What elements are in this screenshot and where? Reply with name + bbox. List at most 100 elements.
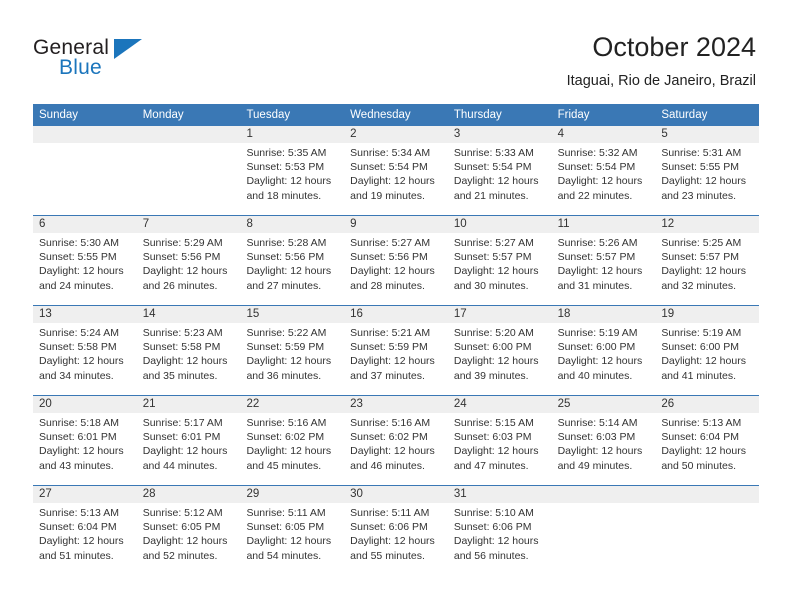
day-sunset-text: Sunset: 6:00 PM — [453, 341, 532, 354]
day-cell[interactable]: Sunrise: 5:19 AM Sunset: 6:00 PM Daylight:… — [655, 323, 759, 395]
day-number[interactable]: 5 — [655, 126, 759, 143]
day-number[interactable]: 1 — [240, 126, 344, 143]
day-cell[interactable]: Sunrise: 5:27 AM Sunset: 5:56 PM Daylight:… — [344, 233, 448, 305]
day-cell[interactable]: Sunrise: 5:35 AM Sunset: 5:53 PM Daylight:… — [240, 143, 344, 215]
day-daylight-2-text: and 31 minutes. — [557, 279, 633, 292]
day-number[interactable]: 4 — [552, 126, 656, 143]
day-cell[interactable]: Sunrise: 5:11 AM Sunset: 6:06 PM Daylight:… — [344, 503, 448, 575]
day-cell[interactable]: Sunrise: 5:33 AM Sunset: 5:54 PM Daylight:… — [448, 143, 552, 215]
day-daylight-1-text: Daylight: 12 hours — [557, 445, 643, 458]
day-daylight-1-text: Daylight: 12 hours — [39, 355, 124, 368]
day-number[interactable]: 21 — [137, 396, 241, 413]
day-number[interactable]: 16 — [344, 306, 448, 323]
day-sunset-text: Sunset: 6:04 PM — [39, 521, 117, 534]
day-number[interactable]: 14 — [137, 306, 241, 323]
day-cell[interactable]: Sunrise: 5:13 AM Sunset: 6:04 PM Daylight:… — [33, 503, 137, 575]
day-cell[interactable]: Sunrise: 5:30 AM Sunset: 5:55 PM Daylight:… — [33, 233, 137, 305]
day-sunrise-text: Sunrise: 5:17 AM — [142, 417, 223, 429]
day-cell[interactable]: Sunrise: 5:18 AM Sunset: 6:01 PM Daylight:… — [33, 413, 137, 485]
day-daylight-1-text: Daylight: 12 hours — [350, 355, 435, 368]
day-number[interactable]: 12 — [655, 216, 759, 233]
day-cell[interactable]: Sunrise: 5:17 AM Sunset: 6:01 PM Daylight:… — [137, 413, 241, 485]
day-number[interactable]: 25 — [552, 396, 656, 413]
day-number[interactable]: 31 — [448, 486, 552, 503]
day-number[interactable]: 28 — [137, 486, 241, 503]
day-daylight-1-text: Daylight: 12 hours — [350, 175, 435, 188]
day-cell[interactable]: Sunrise: 5:28 AM Sunset: 5:56 PM Daylight:… — [240, 233, 344, 305]
day-daylight-2-text: and 19 minutes. — [350, 189, 425, 202]
day-sunrise-text: Sunrise: 5:30 AM — [39, 237, 119, 249]
day-cell[interactable]: Sunrise: 5:22 AM Sunset: 5:59 PM Daylight:… — [240, 323, 344, 395]
day-cell[interactable]: Sunrise: 5:16 AM Sunset: 6:02 PM Daylight:… — [344, 413, 448, 485]
day-number[interactable]: 11 — [552, 216, 656, 233]
day-daylight-1-text: Daylight: 12 hours — [246, 445, 332, 458]
day-daylight-1-text: Daylight: 12 hours — [142, 445, 228, 458]
day-cell[interactable]: Sunrise: 5:10 AM Sunset: 6:06 PM Daylight:… — [448, 503, 552, 575]
day-number[interactable]: 15 — [240, 306, 344, 323]
day-sunset-text: Sunset: 5:56 PM — [350, 251, 428, 264]
day-number[interactable]: 18 — [552, 306, 656, 323]
day-sunrise-text: Sunrise: 5:26 AM — [557, 237, 638, 249]
day-sunset-text: Sunset: 5:56 PM — [246, 251, 325, 264]
day-cell[interactable]: Sunrise: 5:21 AM Sunset: 5:59 PM Daylight:… — [344, 323, 448, 395]
day-detail-band: Sunrise: 5:18 AM Sunset: 6:01 PM Daylight:… — [33, 413, 759, 485]
day-cell[interactable]: Sunrise: 5:31 AM Sunset: 5:55 PM Daylight:… — [655, 143, 759, 215]
day-cell[interactable]: Sunrise: 5:32 AM Sunset: 5:54 PM Daylight:… — [552, 143, 656, 215]
day-daylight-1-text: Daylight: 12 hours — [453, 445, 539, 458]
day-sunset-text: Sunset: 6:00 PM — [661, 341, 739, 354]
day-number[interactable]: 10 — [448, 216, 552, 233]
day-daylight-2-text: and 34 minutes. — [39, 369, 114, 382]
day-cell[interactable]: Sunrise: 5:16 AM Sunset: 6:02 PM Daylight:… — [240, 413, 344, 485]
day-cell[interactable]: Sunrise: 5:29 AM Sunset: 5:56 PM Daylight:… — [137, 233, 241, 305]
day-detail-band: Sunrise: 5:30 AM Sunset: 5:55 PM Daylight:… — [33, 233, 759, 305]
day-detail-band: Sunrise: 5:13 AM Sunset: 6:04 PM Daylight:… — [33, 503, 759, 575]
day-number[interactable]: 6 — [33, 216, 137, 233]
day-number[interactable]: 24 — [448, 396, 552, 413]
day-number[interactable]: 7 — [137, 216, 241, 233]
day-cell[interactable]: Sunrise: 5:27 AM Sunset: 5:57 PM Daylight:… — [448, 233, 552, 305]
day-number[interactable]: 27 — [33, 486, 137, 503]
day-cell[interactable]: Sunrise: 5:24 AM Sunset: 5:58 PM Daylight:… — [33, 323, 137, 395]
calendar-week-row: 13 14 15 16 17 18 19 Sunrise: 5:24 AM Sunset: 5:… — [33, 305, 759, 395]
day-sunset-text: Sunset: 6:02 PM — [350, 431, 428, 444]
day-number[interactable]: 26 — [655, 396, 759, 413]
day-sunset-text: Sunset: 5:54 PM — [557, 161, 636, 174]
calendar-week-row: 27 28 29 30 31 Sunrise: 5:13 AM Sunset: 6:04 P… — [33, 485, 759, 575]
day-number[interactable]: 13 — [33, 306, 137, 323]
day-number[interactable]: 20 — [33, 396, 137, 413]
day-sunrise-text: Sunrise: 5:18 AM — [39, 417, 119, 429]
day-cell[interactable]: Sunrise: 5:34 AM Sunset: 5:54 PM Daylight:… — [344, 143, 448, 215]
day-cell[interactable]: Sunrise: 5:25 AM Sunset: 5:57 PM Daylight:… — [655, 233, 759, 305]
day-cell-empty — [655, 503, 759, 575]
day-sunset-text: Sunset: 5:58 PM — [142, 341, 221, 354]
day-sunset-text: Sunset: 6:00 PM — [557, 341, 636, 354]
day-number[interactable]: 3 — [448, 126, 552, 143]
day-daylight-1-text: Daylight: 12 hours — [350, 535, 435, 548]
day-cell[interactable]: Sunrise: 5:15 AM Sunset: 6:03 PM Daylight:… — [448, 413, 552, 485]
day-sunrise-text: Sunrise: 5:33 AM — [453, 147, 534, 159]
day-sunset-text: Sunset: 6:03 PM — [453, 431, 532, 444]
day-cell[interactable]: Sunrise: 5:13 AM Sunset: 6:04 PM Daylight:… — [655, 413, 759, 485]
day-number[interactable]: 17 — [448, 306, 552, 323]
day-number[interactable]: 19 — [655, 306, 759, 323]
day-cell[interactable]: Sunrise: 5:23 AM Sunset: 5:58 PM Daylight:… — [137, 323, 241, 395]
day-daylight-1-text: Daylight: 12 hours — [661, 355, 746, 368]
day-number[interactable]: 23 — [344, 396, 448, 413]
day-daylight-1-text: Daylight: 12 hours — [142, 535, 228, 548]
day-cell[interactable]: Sunrise: 5:12 AM Sunset: 6:05 PM Daylight:… — [137, 503, 241, 575]
page-title: October 2024 — [592, 32, 756, 62]
day-number[interactable]: 8 — [240, 216, 344, 233]
day-daylight-2-text: and 23 minutes. — [661, 189, 737, 202]
day-cell[interactable]: Sunrise: 5:26 AM Sunset: 5:57 PM Daylight:… — [552, 233, 656, 305]
day-number[interactable]: 9 — [344, 216, 448, 233]
day-cell[interactable]: Sunrise: 5:11 AM Sunset: 6:05 PM Daylight:… — [240, 503, 344, 575]
day-daylight-1-text: Daylight: 12 hours — [142, 355, 228, 368]
day-number[interactable]: 2 — [344, 126, 448, 143]
day-number[interactable]: 22 — [240, 396, 344, 413]
day-daylight-2-text: and 37 minutes. — [350, 369, 425, 382]
day-cell[interactable]: Sunrise: 5:20 AM Sunset: 6:00 PM Daylight:… — [448, 323, 552, 395]
day-number[interactable]: 29 — [240, 486, 344, 503]
day-number[interactable]: 30 — [344, 486, 448, 503]
day-cell[interactable]: Sunrise: 5:19 AM Sunset: 6:00 PM Daylight:… — [552, 323, 656, 395]
day-cell[interactable]: Sunrise: 5:14 AM Sunset: 6:03 PM Daylight:… — [552, 413, 656, 485]
